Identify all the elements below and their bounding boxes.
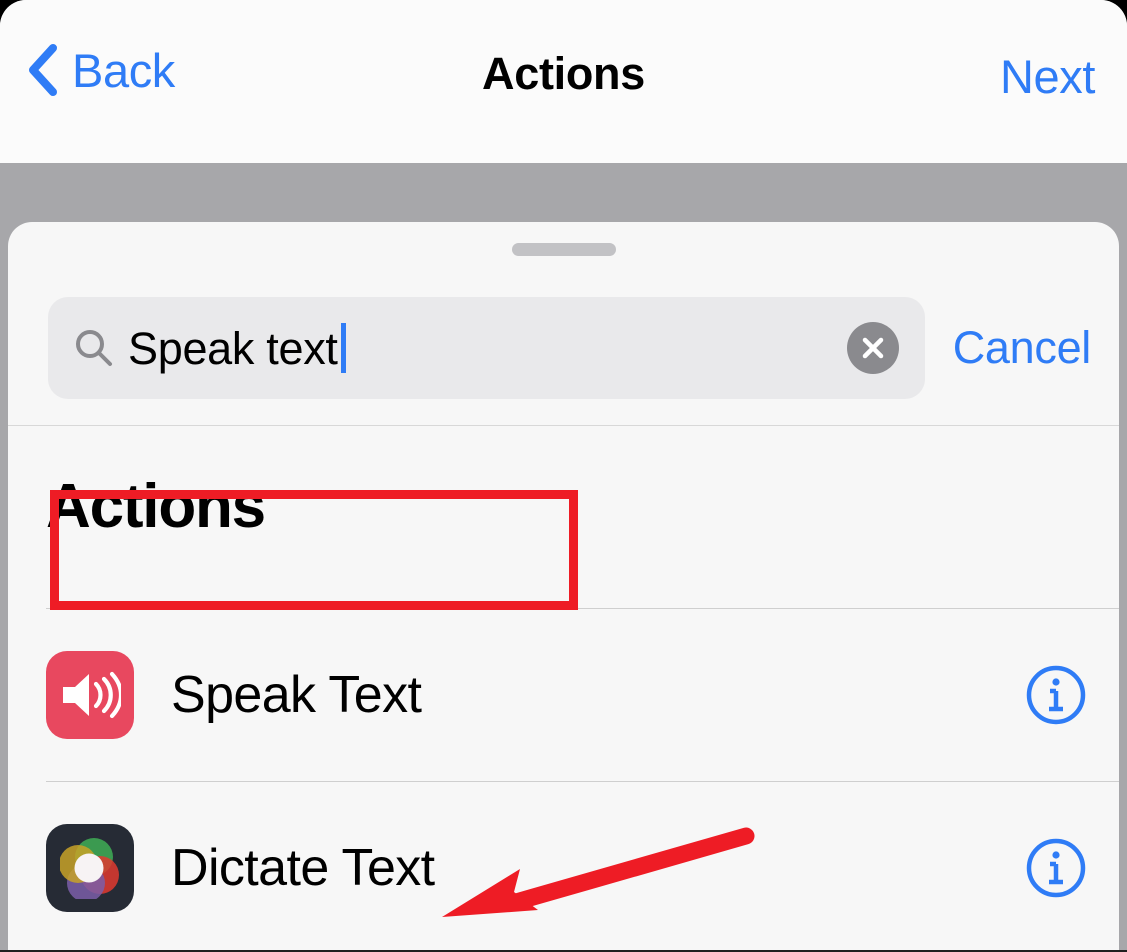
speaker-wave-icon <box>46 651 134 739</box>
cancel-button[interactable]: Cancel <box>953 322 1092 374</box>
list-item-label: Dictate Text <box>171 839 435 897</box>
sheet-drag-handle[interactable] <box>511 243 616 256</box>
search-icon <box>76 330 112 366</box>
text-cursor <box>340 323 346 373</box>
info-circle-icon[interactable] <box>1025 664 1087 726</box>
siri-orb-icon <box>46 824 134 912</box>
device-window: Back Actions Next Speak text Cancel Acti… <box>0 0 1127 952</box>
action-picker-sheet: Speak text Cancel Actions Speak Text Dic… <box>8 222 1119 952</box>
list-item-label: Speak Text <box>171 666 422 724</box>
list-item-speak-text[interactable]: Speak Text <box>8 609 1119 781</box>
search-divider <box>8 425 1119 426</box>
list-item-dictate-text[interactable]: Dictate Text <box>8 782 1119 952</box>
search-input-value: Speak text <box>128 322 338 374</box>
search-input[interactable]: Speak text <box>48 297 925 399</box>
navigation-bar: Back Actions Next <box>0 0 1127 163</box>
section-header-actions: Actions <box>46 472 266 541</box>
next-button[interactable]: Next <box>1000 49 1095 104</box>
info-circle-icon[interactable] <box>1025 837 1087 899</box>
clear-search-button[interactable] <box>846 322 899 374</box>
search-bar: Speak text Cancel <box>8 276 1119 420</box>
close-icon <box>862 337 883 359</box>
page-title: Actions <box>482 48 645 99</box>
